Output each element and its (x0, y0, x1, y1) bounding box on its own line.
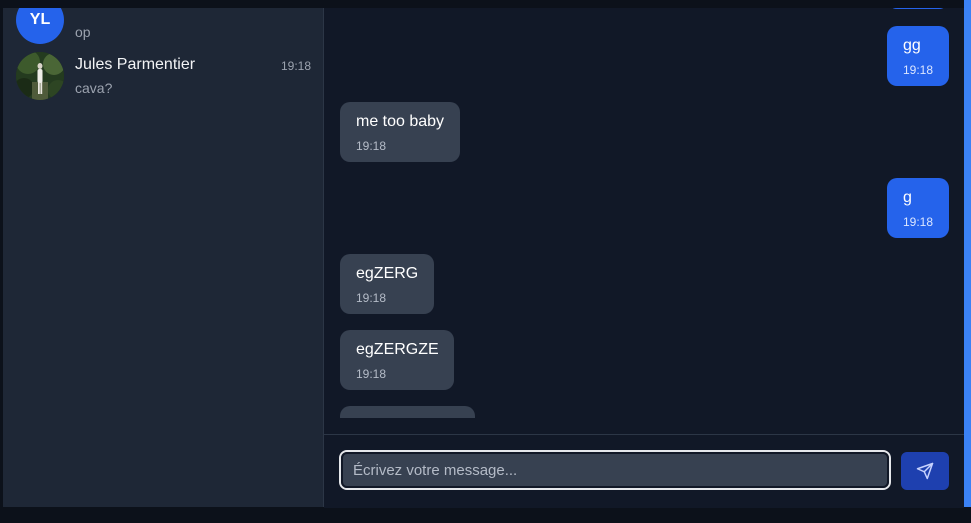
window-top-bar (0, 0, 971, 8)
send-button[interactable] (901, 452, 949, 490)
avatar-initials: YL (29, 11, 51, 28)
message-composer (324, 434, 964, 508)
avatar: YL (16, 8, 64, 44)
message-text: egZERGZE (356, 341, 439, 358)
message-bubble-outgoing (887, 8, 949, 9)
message-bubble-outgoing: g 19:18 (887, 178, 949, 238)
message-time: 19:18 (356, 291, 387, 305)
paper-plane-icon (916, 462, 934, 480)
scrollbar-track[interactable] (964, 0, 971, 507)
message-bubble-incoming: me too baby 19:18 (340, 102, 460, 162)
conversation-time: 19:18 (280, 59, 311, 73)
avatar (16, 52, 64, 100)
message-text: egZERG (356, 265, 419, 282)
message-text: gg (903, 37, 921, 54)
message-text: g (903, 189, 912, 206)
conversation-sidebar: YL op Jules Parmentier 19:18 cava? (3, 8, 324, 507)
conversation-preview: op (75, 24, 91, 40)
message-text: me too baby (356, 113, 445, 130)
message-input[interactable] (339, 450, 891, 490)
message-bubble-incoming (340, 406, 475, 418)
message-bubble-incoming: egZERG 19:18 (340, 254, 434, 314)
message-time: 19:18 (903, 63, 934, 77)
message-time: 19:18 (356, 367, 387, 381)
message-time: 19:18 (356, 139, 387, 153)
message-bubble-outgoing: gg 19:18 (887, 26, 949, 86)
avatar-photo-icon (16, 52, 64, 100)
window-bottom-bar (0, 507, 971, 523)
conversation-preview: cava? (75, 80, 113, 96)
chat-panel: gg 19:18 me too baby 19:18 g 19:18 egZER… (324, 8, 964, 508)
message-bubble-incoming: egZERGZE 19:18 (340, 330, 454, 390)
message-list[interactable]: gg 19:18 me too baby 19:18 g 19:18 egZER… (324, 8, 964, 418)
message-time: 19:18 (903, 215, 934, 229)
conversation-item-jules-parmentier[interactable]: Jules Parmentier 19:18 cava? (3, 41, 323, 105)
conversation-name: Jules Parmentier (75, 56, 196, 73)
